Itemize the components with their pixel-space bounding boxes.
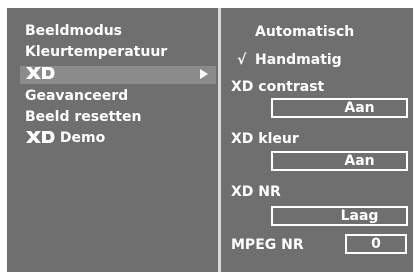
xd-logo-svg [26,131,55,143]
mpeg-nr-value-box[interactable]: 0 [345,234,407,254]
tv-menu-screen: Beeldmodus Kleurtemperatuur Geavanceerd … [0,0,420,278]
menu-item-xd[interactable] [25,66,55,83]
xd-nr-label: XD NR [231,184,281,200]
xd-kleur-value-box[interactable]: Aan [271,151,408,171]
mpeg-nr-label: MPEG NR [231,237,304,253]
xd-kleur-label: XD kleur [231,131,299,147]
option-automatisch[interactable]: Automatisch [255,24,354,41]
xd-contrast-value-box[interactable]: Aan [271,98,408,118]
play-right-icon [200,69,208,79]
menu-item-beeldmodus[interactable]: Beeldmodus [25,23,122,40]
menu-item-kleurtemperatuur[interactable]: Kleurtemperatuur [25,44,167,61]
xd-contrast-label: XD contrast [231,79,325,95]
menu-item-xd-demo[interactable]: Demo [25,130,105,147]
xd-logo-icon [25,130,55,144]
menu-item-beeld-resetten[interactable]: Beeld resetten [25,109,141,126]
checkmark-icon: √ [237,52,247,68]
menu-item-geavanceerd[interactable]: Geavanceerd [25,88,128,105]
option-handmatig[interactable]: Handmatig [255,52,342,69]
menu-item-demo-label: Demo [59,130,106,146]
xd-logo-icon [25,66,55,80]
xd-nr-value-box[interactable]: Laag [271,206,408,226]
xd-logo-svg [26,67,55,79]
column-divider [218,8,221,272]
